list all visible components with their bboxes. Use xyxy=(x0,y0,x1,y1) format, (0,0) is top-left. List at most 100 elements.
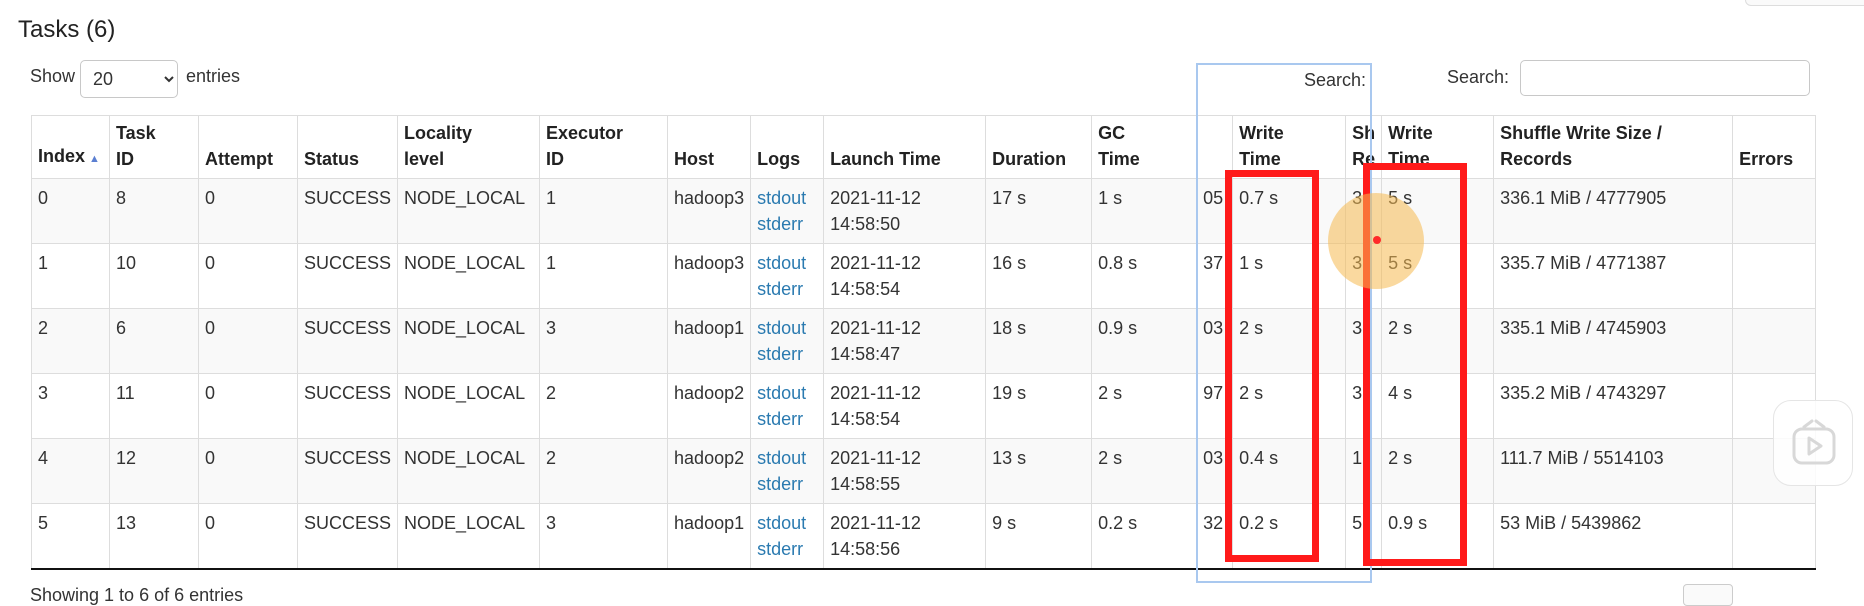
cell-launch-time: 2021-11-12 14:58:55 xyxy=(823,438,986,504)
cell-host: hadoop2 xyxy=(667,373,751,439)
cell-gc-time: 2 s xyxy=(1091,438,1197,504)
cell-executor: 1 xyxy=(539,178,668,244)
col-header-status[interactable]: Status xyxy=(296,115,398,179)
cell-clipped-value: 32 xyxy=(1196,503,1233,570)
stderr-link[interactable]: stderr xyxy=(757,471,817,497)
cell-write-time-2: 5 s xyxy=(1381,243,1494,309)
cell-shuffle-write: 335.7 MiB / 4771387 xyxy=(1493,243,1733,309)
entries-select[interactable]: 20 xyxy=(80,60,178,98)
cell-shuffle-read-fragment: 3 xyxy=(1345,243,1382,309)
col-header-write-time-1[interactable]: Write Time xyxy=(1232,115,1346,179)
col-header-gc-time[interactable]: GC Time xyxy=(1091,115,1197,179)
cell-status: SUCCESS xyxy=(296,503,398,570)
cell-task-id: 10 xyxy=(109,243,199,309)
show-label: Show xyxy=(30,66,76,86)
launch-time: 14:58:55 xyxy=(830,474,901,494)
cell-logs: stdout stderr xyxy=(750,438,824,504)
cell-write-time-2: 4 s xyxy=(1381,373,1494,439)
cell-duration: 16 s xyxy=(985,243,1092,309)
col-header-host[interactable]: Host xyxy=(667,115,751,179)
cell-locality: NODE_LOCAL xyxy=(397,503,540,570)
cell-task-id: 8 xyxy=(109,178,199,244)
stdout-link[interactable]: stdout xyxy=(757,315,817,341)
stderr-link[interactable]: stderr xyxy=(757,276,817,302)
stderr-link[interactable]: stderr xyxy=(757,341,817,367)
table-info: Showing 1 to 6 of 6 entries xyxy=(30,585,244,605)
cell-executor: 1 xyxy=(539,243,668,309)
cell-launch-time: 2021-11-12 14:58:56 xyxy=(823,503,986,570)
launch-date: 2021-11-12 xyxy=(830,383,921,403)
launch-date: 2021-11-12 xyxy=(830,253,921,273)
stdout-link[interactable]: stdout xyxy=(757,510,817,536)
cell-task-id: 6 xyxy=(109,308,199,374)
stderr-link[interactable]: stderr xyxy=(757,211,817,237)
cell-index: 0 xyxy=(31,178,110,244)
cell-write-time-1: 2 s xyxy=(1232,308,1346,374)
cell-logs: stdout stderr xyxy=(750,308,824,374)
cell-gc-time: 1 s xyxy=(1091,178,1197,244)
stderr-link[interactable]: stderr xyxy=(757,536,817,562)
col-header-shuffle-read-fragment[interactable]: Sh Re xyxy=(1345,115,1382,179)
col-header-errors[interactable]: Errors xyxy=(1732,115,1817,179)
col-header-logs[interactable]: Logs xyxy=(750,115,824,179)
cell-launch-time: 2021-11-12 14:58:54 xyxy=(823,243,986,309)
cell-clipped-value: 05 xyxy=(1196,178,1233,244)
stderr-link[interactable]: stderr xyxy=(757,406,817,432)
cell-shuffle-read-fragment: 5 xyxy=(1345,503,1382,570)
col-header-attempt[interactable]: Attempt xyxy=(198,115,298,179)
col-header-shuffle-write[interactable]: Shuffle Write Size / Records xyxy=(1493,115,1733,179)
launch-date: 2021-11-12 xyxy=(830,188,921,208)
cell-duration: 19 s xyxy=(985,373,1092,439)
stdout-link[interactable]: stdout xyxy=(757,250,817,276)
table-header-row: Index ▲ Task ID Attempt Status Locality lev… xyxy=(31,115,1817,179)
table-row: 1 10 0 SUCCESS NODE_LOCAL 1 hadoop3 stdout stder… xyxy=(31,243,1817,309)
col-header-launch-time[interactable]: Launch Time xyxy=(823,115,986,179)
stdout-link[interactable]: stdout xyxy=(757,185,817,211)
cell-errors xyxy=(1732,308,1817,374)
pagination-button[interactable] xyxy=(1683,584,1733,606)
cell-write-time-1: 2 s xyxy=(1232,373,1346,439)
entries-label: entries xyxy=(186,66,241,86)
length-control: Show 20 entries xyxy=(30,60,240,98)
cell-status: SUCCESS xyxy=(296,373,398,439)
cell-locality: NODE_LOCAL xyxy=(397,178,540,244)
stdout-link[interactable]: stdout xyxy=(757,380,817,406)
cell-logs: stdout stderr xyxy=(750,373,824,439)
play-icon xyxy=(1792,419,1836,465)
col-header-duration[interactable]: Duration xyxy=(985,115,1092,179)
col-header-executor[interactable]: Executor ID xyxy=(539,115,668,179)
cell-clipped-value: 97 xyxy=(1196,373,1233,439)
cell-task-id: 11 xyxy=(109,373,199,439)
cell-duration: 13 s xyxy=(985,438,1092,504)
col-header-clipped xyxy=(1196,115,1233,179)
cell-status: SUCCESS xyxy=(296,243,398,309)
table-row: 2 6 0 SUCCESS NODE_LOCAL 3 hadoop1 stdout stderr… xyxy=(31,308,1817,374)
launch-time: 14:58:54 xyxy=(830,409,901,429)
cell-executor: 2 xyxy=(539,438,668,504)
video-play-button[interactable] xyxy=(1773,400,1853,486)
cell-task-id: 12 xyxy=(109,438,199,504)
cell-errors xyxy=(1732,243,1817,309)
cell-attempt: 0 xyxy=(198,243,298,309)
overlay-search-label: Search: xyxy=(1304,70,1367,90)
cell-errors xyxy=(1732,178,1817,244)
search-label: Search: xyxy=(1447,67,1510,87)
sort-ascending-icon: ▲ xyxy=(89,153,100,165)
cell-locality: NODE_LOCAL xyxy=(397,373,540,439)
cell-host: hadoop1 xyxy=(667,503,751,570)
cell-duration: 18 s xyxy=(985,308,1092,374)
col-header-index[interactable]: Index ▲ xyxy=(31,115,110,179)
page-title: Tasks (6) xyxy=(18,16,116,43)
col-header-write-time-2[interactable]: Write Time xyxy=(1381,115,1494,179)
mouse-cursor-icon xyxy=(1373,236,1381,244)
cell-host: hadoop3 xyxy=(667,178,751,244)
col-header-task-id[interactable]: Task ID xyxy=(109,115,199,179)
tasks-table: Index ▲ Task ID Attempt Status Locality lev… xyxy=(31,115,1817,570)
search-input[interactable] xyxy=(1520,60,1810,96)
stdout-link[interactable]: stdout xyxy=(757,445,817,471)
cell-locality: NODE_LOCAL xyxy=(397,438,540,504)
cell-errors xyxy=(1732,503,1817,570)
cell-host: hadoop2 xyxy=(667,438,751,504)
cell-index: 5 xyxy=(31,503,110,570)
col-header-locality[interactable]: Locality level xyxy=(397,115,540,179)
